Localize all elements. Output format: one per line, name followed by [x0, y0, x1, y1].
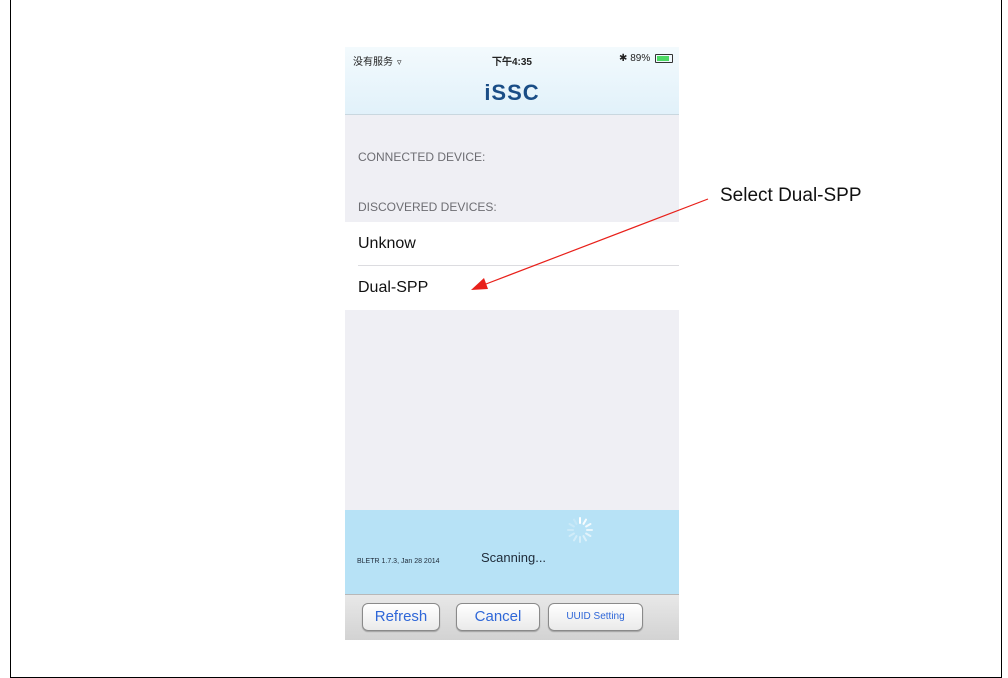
arrow-head [471, 278, 488, 290]
annotation-arrow [471, 198, 709, 290]
arrow-line [485, 198, 709, 285]
